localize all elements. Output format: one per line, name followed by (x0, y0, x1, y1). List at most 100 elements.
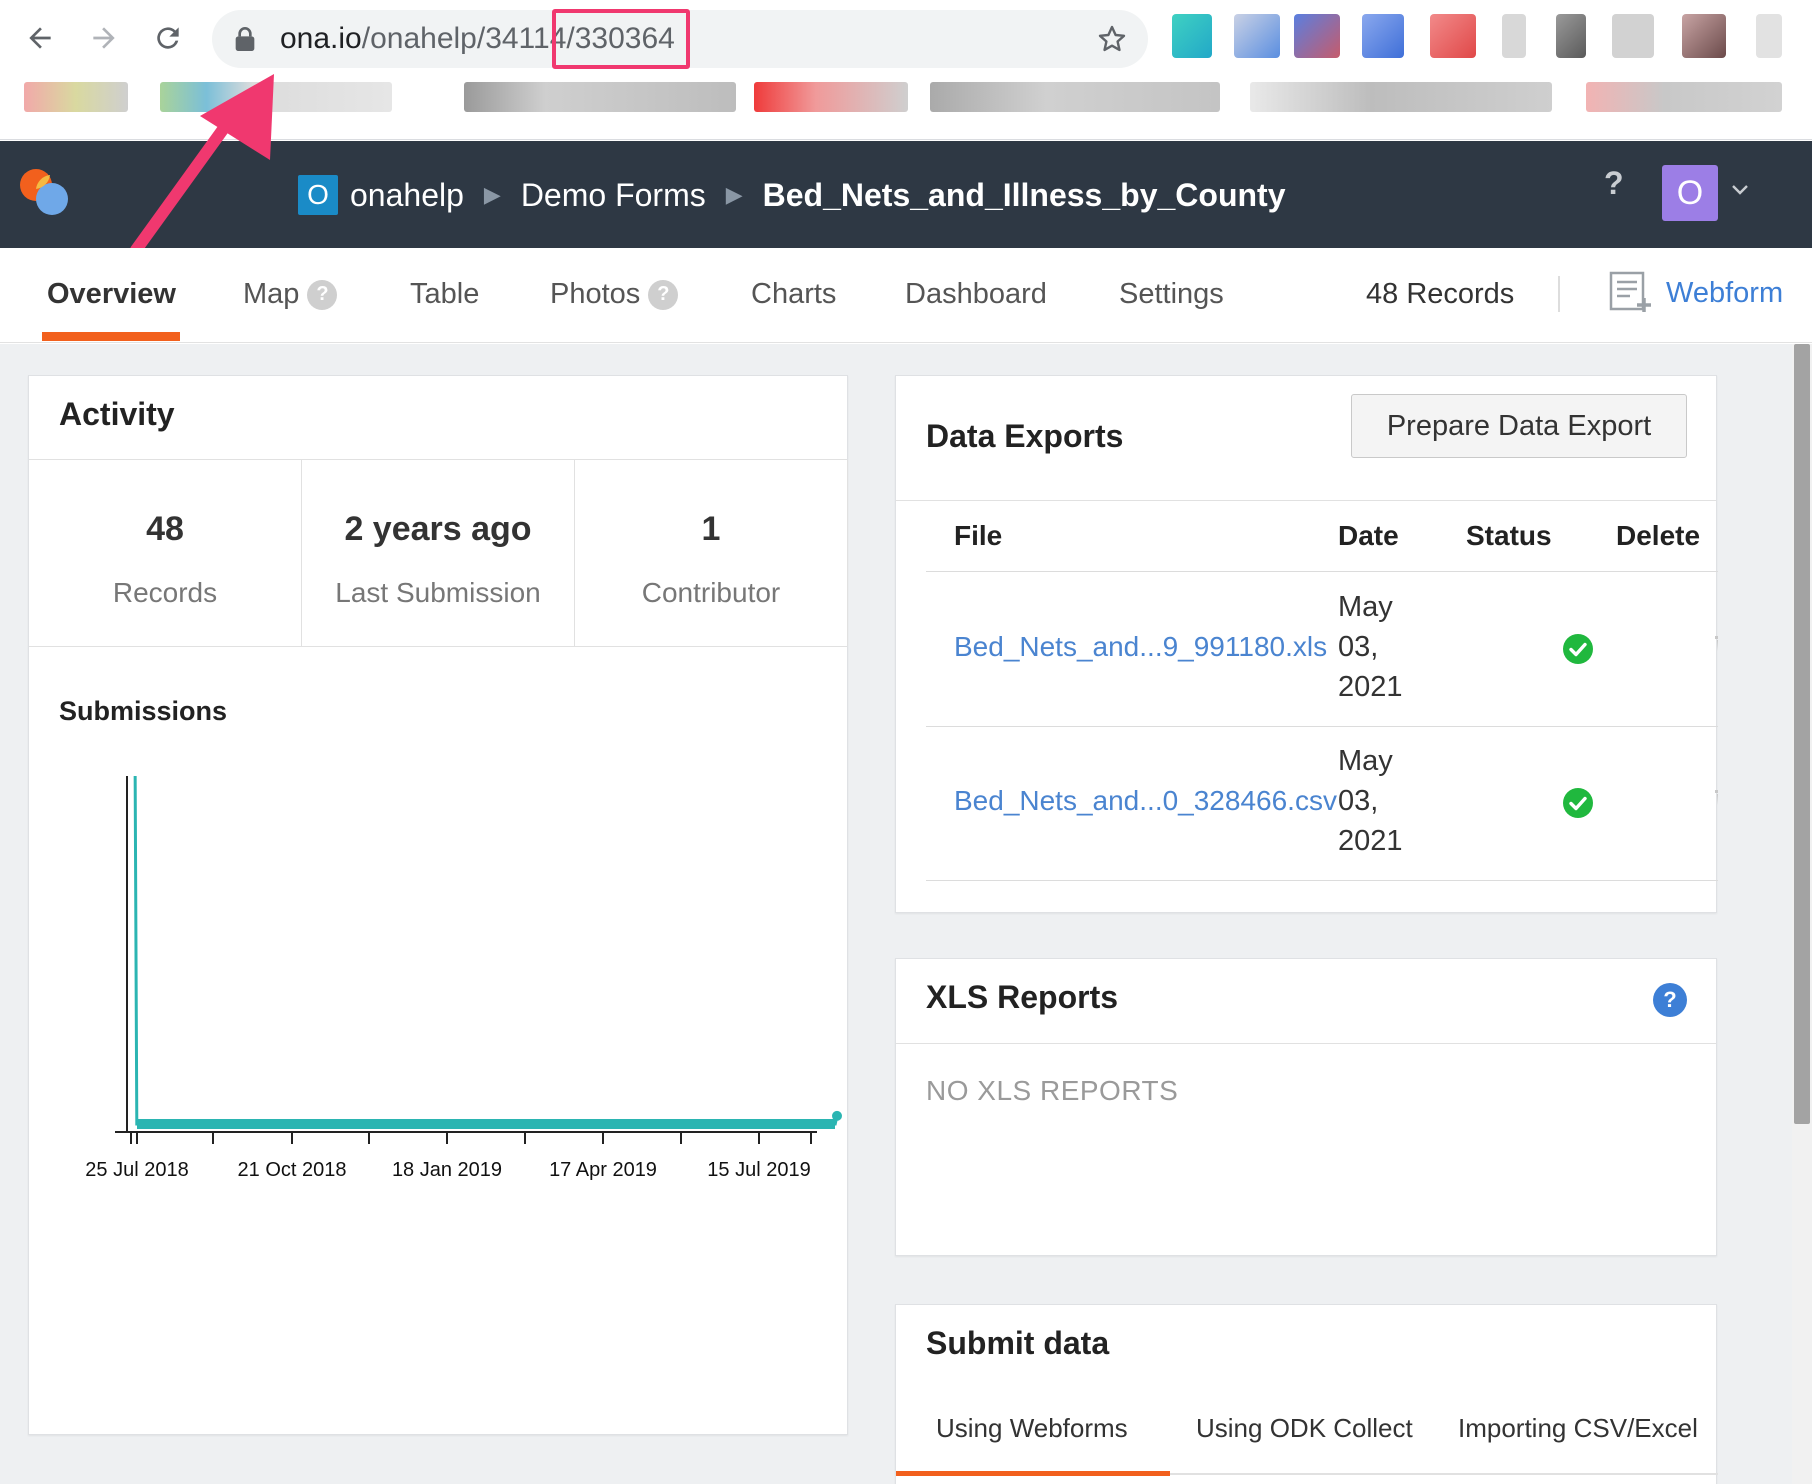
ona-logo-icon[interactable] (18, 167, 70, 219)
bookmark-item[interactable] (1250, 82, 1552, 112)
extension-icon[interactable] (1502, 14, 1526, 58)
submissions-chart: 25 Jul 2018 21 Oct 2018 18 Jan 2019 17 Apr … (85, 776, 842, 1181)
success-check-icon (1563, 634, 1593, 664)
arrow-right-icon (93, 27, 115, 49)
tab-label: Dashboard (905, 278, 1047, 310)
column-header-status: Status (1466, 520, 1552, 551)
extension-icon[interactable] (1294, 14, 1340, 58)
tab-using-odk-collect[interactable]: Using ODK Collect (1196, 1413, 1413, 1444)
divider (1558, 276, 1560, 312)
xls-reports-title: XLS Reports (926, 979, 1119, 1015)
forward-button[interactable] (80, 14, 128, 62)
breadcrumb-separator-icon: ▶ (483, 182, 501, 207)
tab-table[interactable]: Table (410, 278, 479, 311)
data-exports-title: Data Exports (926, 418, 1124, 454)
arrow-left-icon (29, 27, 51, 49)
webform-link[interactable]: Webform (1608, 270, 1783, 316)
submit-data-title: Submit data (926, 1325, 1110, 1361)
tab-overview[interactable]: Overview (47, 278, 176, 311)
url-host: ona.io (280, 22, 362, 55)
tab-label: Photos (550, 278, 641, 310)
webform-icon (1609, 271, 1651, 312)
export-file-link[interactable]: Bed_Nets_and...0_328466.csv (954, 785, 1337, 817)
extension-icon[interactable] (1612, 14, 1654, 58)
tab-label: Overview (47, 278, 176, 310)
help-icon[interactable]: ? (1604, 165, 1624, 202)
url-highlight-box (552, 9, 690, 69)
stat-last-submission: 2 years ago Last Submission (302, 460, 575, 646)
webform-label: Webform (1666, 276, 1784, 309)
xls-reports-card: XLS Reports ? NO XLS REPORTS (895, 958, 1717, 1256)
extension-icon[interactable] (1430, 14, 1476, 58)
extension-icon[interactable] (1234, 14, 1280, 58)
help-badge-icon[interactable]: ? (648, 279, 679, 310)
column-header-delete: Delete (1616, 520, 1701, 551)
series-line (133, 776, 839, 1126)
chevron-down-icon[interactable] (1728, 177, 1752, 201)
app-header: O onahelp ▶ Demo Forms ▶ Bed_Nets_and_Il… (0, 141, 1812, 248)
submissions-title: Submissions (59, 696, 228, 726)
activity-title: Activity (59, 396, 175, 432)
stat-label: Records (112, 577, 218, 608)
column-header-date: Date (1338, 520, 1399, 551)
lock-icon (235, 27, 255, 51)
bookmark-star-icon[interactable] (1096, 23, 1128, 55)
x-tick-label: 21 Oct 2018 (238, 1159, 347, 1181)
breadcrumb-org[interactable]: onahelp (350, 177, 464, 214)
help-icon[interactable]: ? (1653, 983, 1687, 1017)
tab-photos[interactable]: Photos? (550, 278, 679, 311)
bookmark-item[interactable] (754, 82, 908, 112)
back-button[interactable] (16, 14, 64, 62)
stat-value: 1 (701, 510, 721, 548)
export-date: May 03, 2021 (1338, 591, 1403, 703)
bookmark-item[interactable] (930, 82, 1220, 112)
y-axis (115, 776, 128, 1133)
activity-card: Activity 48 Records 2 years ago Last Sub… (28, 375, 848, 1435)
bookmark-item[interactable] (464, 82, 736, 112)
tab-label: Settings (1119, 278, 1224, 310)
org-badge: O (298, 175, 338, 215)
bookmark-item[interactable] (24, 82, 128, 112)
breadcrumb-form[interactable]: Bed_Nets_and_Illness_by_County (763, 177, 1286, 214)
data-exports-card: Data Exports Prepare Data Export File Da… (895, 375, 1718, 914)
reload-icon (157, 27, 179, 49)
export-file-link[interactable]: Bed_Nets_and...9_991180.xls (954, 631, 1327, 663)
tab-label: Table (410, 278, 480, 310)
extension-icon[interactable] (1556, 14, 1586, 58)
extension-icon[interactable] (1756, 14, 1782, 58)
divider (896, 1043, 1716, 1044)
help-badge-icon[interactable]: ? (307, 279, 338, 310)
trash-icon[interactable] (1714, 785, 1718, 817)
extension-icon[interactable] (1172, 14, 1212, 58)
reload-button[interactable] (144, 14, 192, 62)
trash-icon[interactable] (1714, 631, 1718, 663)
stat-label: Contributor (641, 577, 781, 608)
avatar[interactable]: O (1662, 165, 1718, 221)
exports-table: File Date Status Delete Bed_Nets_and...9… (896, 500, 1718, 914)
bookmark-item[interactable] (160, 82, 392, 112)
tab-label: Map (243, 278, 300, 310)
x-tick-label: 15 Jul 2019 (707, 1159, 810, 1181)
success-check-icon (1563, 788, 1593, 818)
column-header-file: File (954, 520, 1003, 551)
tab-charts[interactable]: Charts (751, 278, 836, 311)
active-tab-indicator (896, 1471, 1170, 1476)
prepare-data-export-button[interactable]: Prepare Data Export (1351, 394, 1687, 458)
table-row: Bed_Nets_and...9_991180.xls May 03, 2021 (926, 573, 1718, 727)
tab-settings[interactable]: Settings (1119, 278, 1224, 311)
tab-importing-csv-excel[interactable]: Importing CSV/Excel (1458, 1413, 1698, 1444)
stat-records: 48 Records (29, 460, 302, 646)
tab-map[interactable]: Map? (243, 278, 338, 311)
stat-contributors: 1 Contributor (575, 460, 848, 646)
tab-using-webforms[interactable]: Using Webforms (936, 1413, 1128, 1444)
table-row: Bed_Nets_and...0_328466.csv May 03, 2021 (926, 727, 1718, 881)
active-tab-indicator (42, 332, 180, 341)
extension-icon[interactable] (1682, 14, 1726, 58)
tab-dashboard[interactable]: Dashboard (905, 278, 1047, 311)
extension-icon[interactable] (1362, 14, 1404, 58)
scrollbar-thumb[interactable] (1794, 344, 1810, 1124)
bookmark-item[interactable] (1586, 82, 1782, 112)
breadcrumb-project[interactable]: Demo Forms (521, 177, 706, 214)
x-tick-label: 25 Jul 2018 (85, 1159, 188, 1181)
export-date: May 03, 2021 (1338, 745, 1403, 857)
